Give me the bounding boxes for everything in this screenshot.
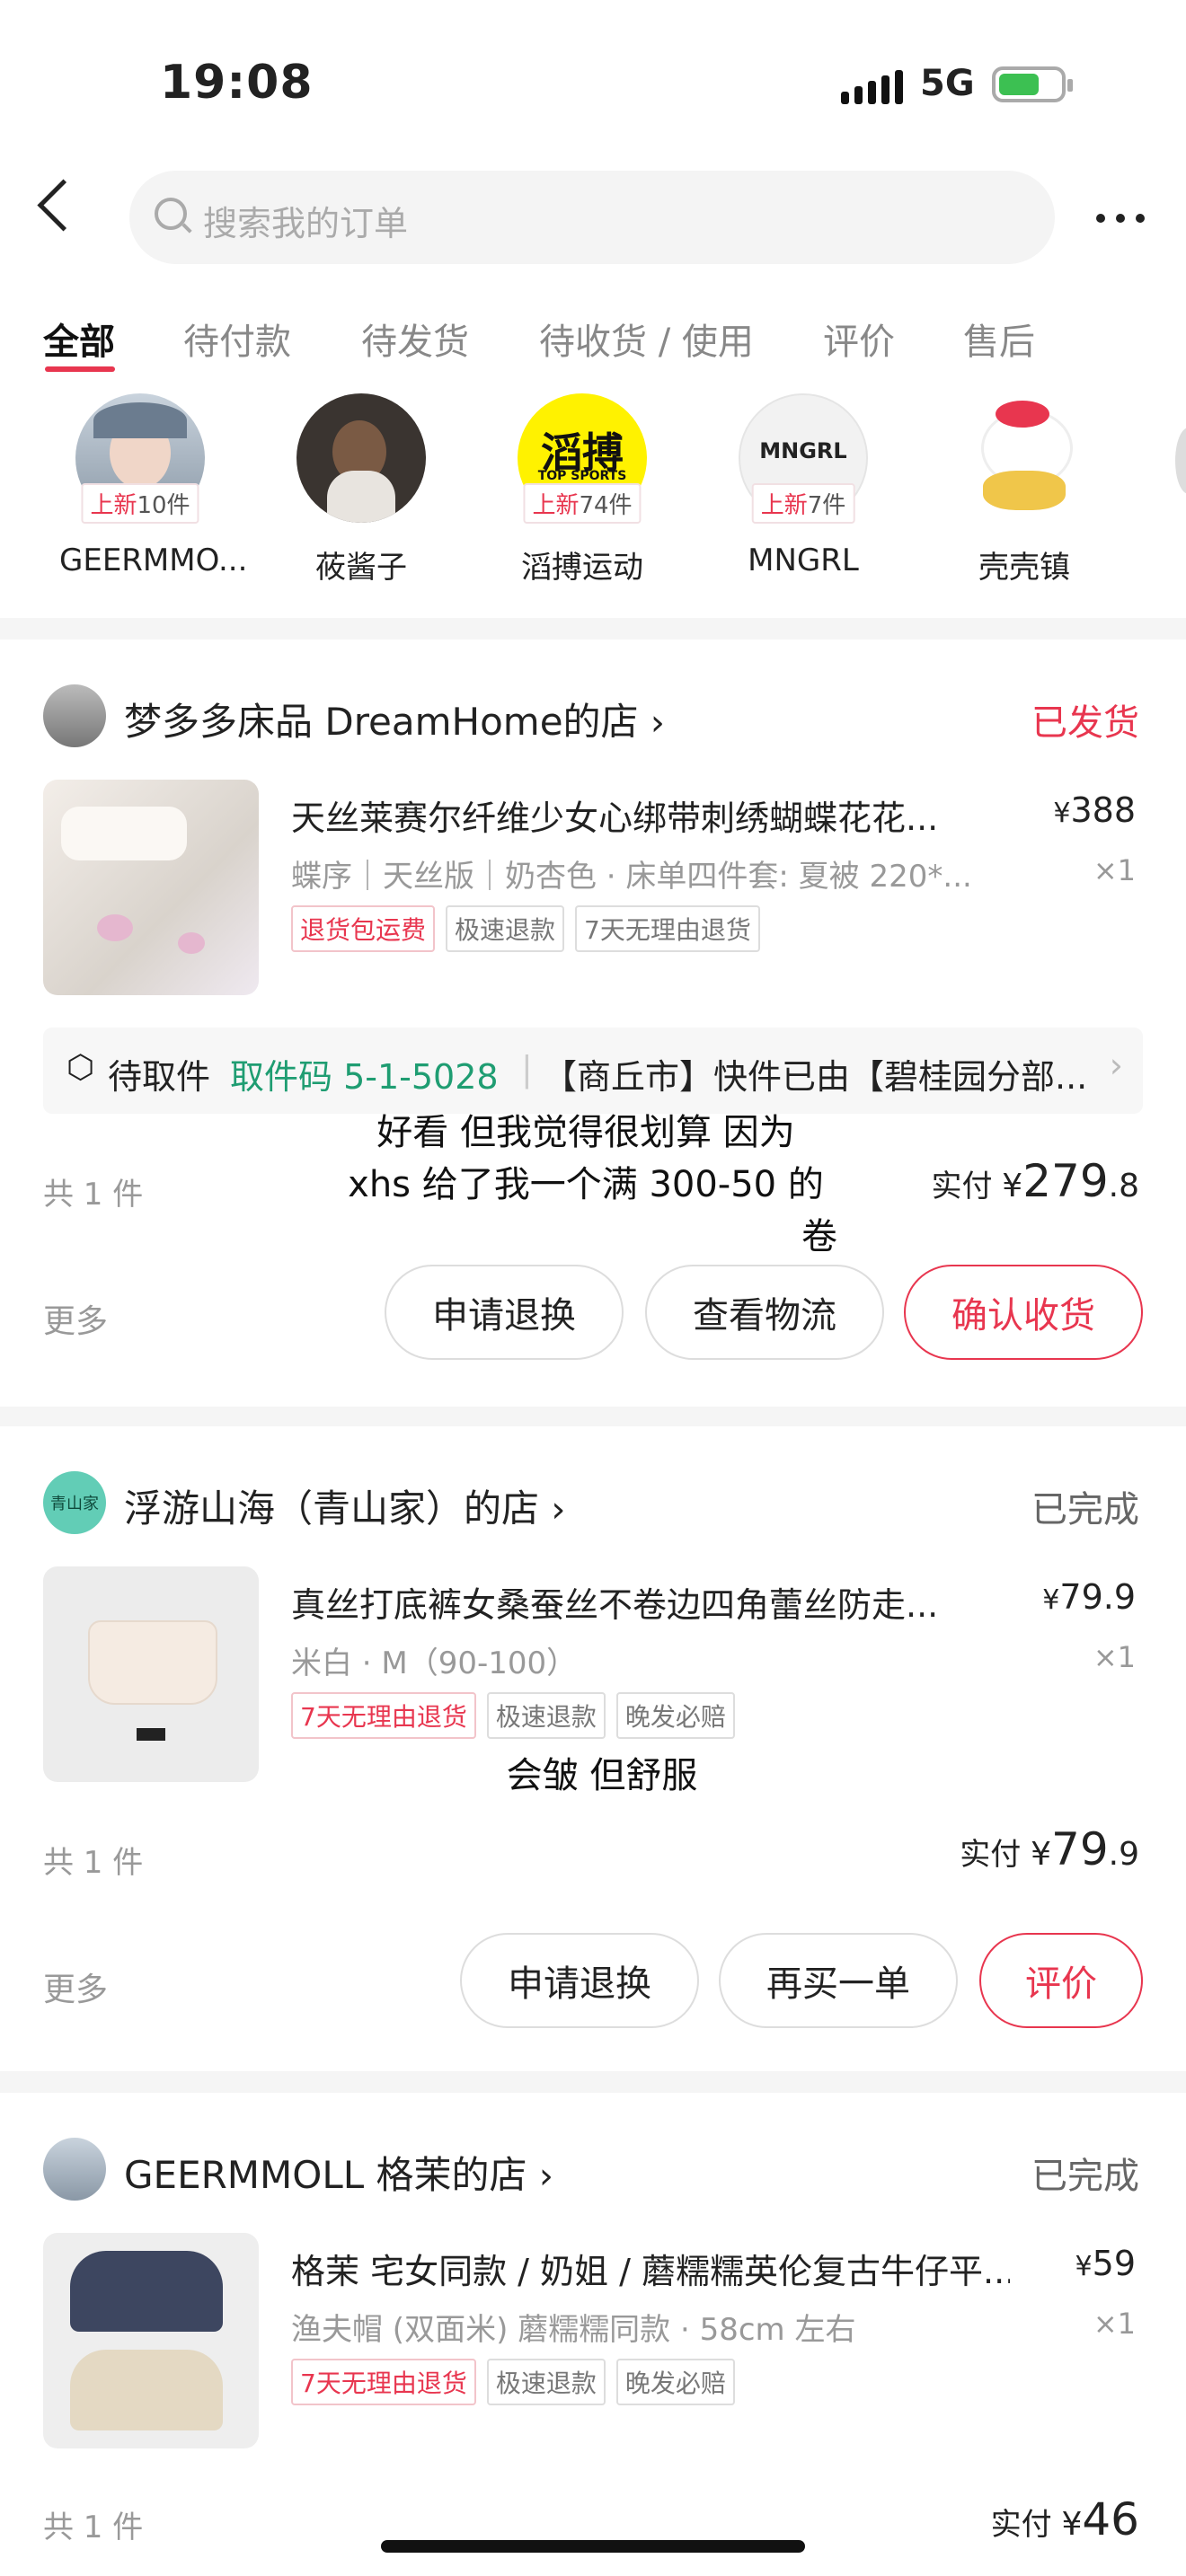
paid-amount: 实付 ¥79.9 xyxy=(960,1823,1139,1875)
status-time: 19:08 xyxy=(160,56,314,110)
order-card: 梦多多床品 DreamHome的店 › 已发货 天丝莱赛尔纤维少女心绑带刺绣蝴蝶… xyxy=(0,640,1186,1407)
order-status: 已完成 xyxy=(1031,1489,1139,1531)
tag: 极速退款 xyxy=(446,905,565,952)
tag: 极速退款 xyxy=(486,1692,606,1739)
service-tags: 退货包运费 极速退款 7天无理由退货 xyxy=(291,905,760,952)
tag: 极速退款 xyxy=(486,2359,606,2405)
tag: 7天无理由退货 xyxy=(291,2359,476,2405)
tag: 晚发必赔 xyxy=(615,2359,735,2405)
tab-indicator xyxy=(45,366,115,372)
pickup-code: 取件码 5-1-5028 xyxy=(230,1057,499,1097)
order-card: GEERMMOLL 格茉的店 › 已完成 格茉 宅女同款 / 奶姐 / 蘑糯糯英… xyxy=(0,2093,1186,2576)
product-qty: ×1 xyxy=(1093,1640,1136,1674)
shop-item-geermmo[interactable]: 上新10件 GEERMMO... xyxy=(59,393,247,578)
service-tags: 7天无理由退货 极速退款 晚发必赔 xyxy=(291,2359,735,2405)
tag: 晚发必赔 xyxy=(615,1692,735,1739)
store-avatar xyxy=(43,684,106,747)
store-name[interactable]: 浮游山海（青山家）的店 › xyxy=(124,1478,565,1533)
product-title[interactable]: 格茉 宅女同款 / 奶姐 / 蘑糯糯英伦复古牛仔平... xyxy=(291,2244,1010,2293)
product-qty: ×1 xyxy=(1093,853,1136,887)
product-price: ¥79.9 xyxy=(1042,1577,1136,1617)
shop-item-topsports[interactable]: 滔搏 TOP SPORTS 上新74件 滔搏运动 xyxy=(501,393,663,587)
tab-pending-shipment[interactable]: 待发货 xyxy=(361,313,469,365)
tab-pending-payment[interactable]: 待付款 xyxy=(183,313,291,365)
return-exchange-button[interactable]: 申请退换 xyxy=(385,1265,624,1360)
new-badge: 上新7件 xyxy=(751,483,855,524)
shop-item-youjiangzi[interactable]: 莜酱子 xyxy=(280,393,442,587)
order-card: 青山家 浮游山海（青山家）的店 › 已完成 真丝打底裤女桑蚕丝不卷边四角蕾丝防走… xyxy=(0,1426,1186,2071)
search-placeholder: 搜索我的订单 xyxy=(203,204,409,243)
store-avatar: 青山家 xyxy=(43,1471,106,1534)
chevron-right-icon: › xyxy=(650,702,665,744)
product-spec: 蝶序｜天丝版｜奶杏色 · 床单四件套: 夏被 220*... xyxy=(291,859,972,895)
shop-avatar xyxy=(960,393,1089,523)
shop-item-mngrl[interactable]: MNGRL 上新7件 MNGRL xyxy=(722,393,884,578)
new-badge: 上新10件 xyxy=(81,483,199,524)
product-price: ¥388 xyxy=(1053,790,1136,830)
more-link[interactable]: 更多 xyxy=(43,1295,108,1342)
confirm-receipt-button[interactable]: 确认收货 xyxy=(904,1265,1143,1360)
chevron-right-icon: › xyxy=(538,2156,553,2197)
service-tags: 7天无理由退货 极速退款 晚发必赔 xyxy=(291,1692,735,1739)
signal-icon xyxy=(841,70,903,104)
order-status: 已发货 xyxy=(1031,702,1139,744)
order-status: 已完成 xyxy=(1031,2156,1139,2197)
logistics-message: 【商丘市】快件已由【碧桂园分部... xyxy=(543,1057,1088,1097)
annotation-text: 会皱 但舒服 xyxy=(506,1755,698,1796)
item-count: 共 1 件 xyxy=(43,2510,144,2545)
annotation-text: 好看 但我觉得很划算 因为 xhs 给了我一个满 300-50 的 卷 xyxy=(348,1112,837,1257)
return-exchange-button[interactable]: 申请退换 xyxy=(460,1933,699,2028)
review-button[interactable]: 评价 xyxy=(979,1933,1143,2028)
product-image[interactable] xyxy=(43,2233,259,2448)
store-avatar xyxy=(43,2138,106,2201)
product-image[interactable] xyxy=(43,780,259,995)
chevron-right-icon: › xyxy=(1109,1045,1123,1085)
tab-review[interactable]: 评价 xyxy=(823,313,895,365)
product-title[interactable]: 天丝莱赛尔纤维少女心绑带刺绣蝴蝶花花... xyxy=(291,790,1010,840)
shop-item-keke[interactable]: 壳壳镇 xyxy=(943,393,1105,587)
home-indicator xyxy=(381,2540,805,2553)
more-link[interactable]: 更多 xyxy=(43,1963,108,2010)
pickup-info[interactable]: ⬡ 待取件 取件码 5-1-5028 | 【商丘市】快件已由【碧桂园分部... … xyxy=(43,1028,1143,1114)
store-name[interactable]: GEERMMOLL 格茉的店 › xyxy=(124,2145,553,2200)
network-label: 5G xyxy=(920,63,975,104)
tab-after-sales[interactable]: 售后 xyxy=(963,313,1035,365)
new-badge: 上新74件 xyxy=(523,483,642,524)
tag: 7天无理由退货 xyxy=(291,1692,476,1739)
item-count: 共 1 件 xyxy=(43,1845,144,1881)
product-image[interactable] xyxy=(43,1566,259,1782)
tag: 退货包运费 xyxy=(291,905,436,952)
product-spec: 米白 · M（90-100） xyxy=(291,1645,578,1681)
tab-all[interactable]: 全部 xyxy=(43,313,115,365)
battery-icon xyxy=(992,66,1073,102)
shop-avatar xyxy=(296,393,426,523)
paid-amount: 实付 ¥46 xyxy=(990,2493,1139,2545)
product-price: ¥59 xyxy=(1075,2244,1136,2283)
view-logistics-button[interactable]: 查看物流 xyxy=(645,1265,884,1360)
search-icon xyxy=(155,198,187,230)
product-qty: ×1 xyxy=(1093,2307,1136,2341)
buy-again-button[interactable]: 再买一单 xyxy=(719,1933,958,2028)
store-name[interactable]: 梦多多床品 DreamHome的店 › xyxy=(124,692,665,746)
item-count: 共 1 件 xyxy=(43,1177,144,1213)
more-icon[interactable] xyxy=(1096,214,1145,223)
chevron-right-icon: › xyxy=(551,1489,566,1531)
product-spec: 渔夫帽 (双面米) 蘑糯糯同款 · 58cm 左右 xyxy=(291,2312,856,2348)
product-title[interactable]: 真丝打底裤女桑蚕丝不卷边四角蕾丝防走... xyxy=(291,1577,1010,1627)
package-icon: ⬡ xyxy=(66,1049,95,1086)
tab-pending-receipt[interactable]: 待收货 / 使用 xyxy=(539,313,754,365)
paid-amount: 实付 ¥279.8 xyxy=(931,1155,1139,1207)
tag: 7天无理由退货 xyxy=(575,905,760,952)
search-input[interactable]: 搜索我的订单 xyxy=(129,171,1055,264)
